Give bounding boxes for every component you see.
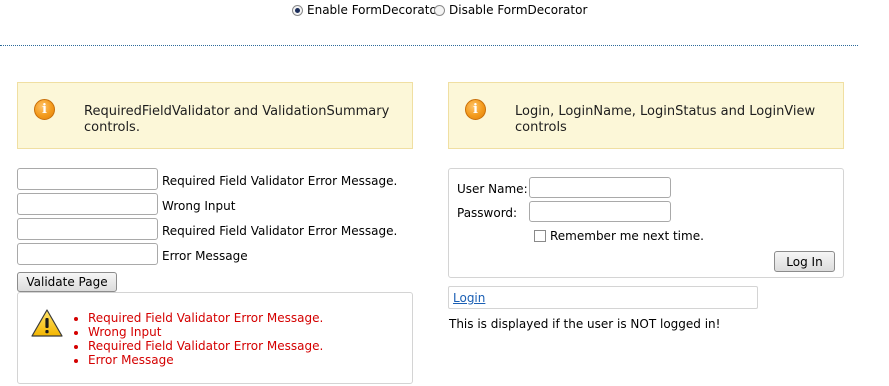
custom-validator-input[interactable] bbox=[17, 243, 158, 265]
decorator-toggle: Enable FormDecorator Disable FormDecorat… bbox=[0, 3, 889, 23]
summary-item: Required Field Validator Error Message. bbox=[88, 339, 323, 353]
remember-me-label[interactable]: Remember me next time. bbox=[550, 229, 704, 243]
info-icon: i bbox=[465, 99, 486, 120]
login-form: User Name: Password: Remember me next ti… bbox=[448, 168, 844, 278]
validator-info-text: RequiredFieldValidator and ValidationSum… bbox=[84, 104, 390, 135]
password-input[interactable] bbox=[529, 201, 671, 222]
login-link[interactable]: Login bbox=[453, 291, 485, 305]
remember-me-checkbox[interactable] bbox=[534, 230, 546, 242]
login-info-panel: i Login, LoginName, LoginStatus and Logi… bbox=[448, 82, 844, 149]
info-icon: i bbox=[34, 99, 55, 120]
validator-info-panel: i RequiredFieldValidator and ValidationS… bbox=[17, 82, 413, 149]
separator-line bbox=[0, 45, 858, 46]
username-input[interactable] bbox=[529, 177, 671, 198]
required-field-input-2[interactable] bbox=[17, 218, 158, 240]
radio-unchecked-icon[interactable] bbox=[434, 4, 445, 16]
validator-message-1: Required Field Validator Error Message. bbox=[162, 174, 398, 188]
username-label: User Name: bbox=[457, 182, 528, 196]
login-status: Login bbox=[448, 286, 758, 309]
password-label: Password: bbox=[457, 206, 518, 220]
summary-item: Required Field Validator Error Message. bbox=[88, 311, 323, 325]
validate-page-button[interactable]: Validate Page bbox=[17, 272, 117, 292]
validation-summary: Required Field Validator Error Message. … bbox=[17, 292, 413, 384]
summary-item: Error Message bbox=[88, 353, 323, 367]
validator-message-4: Error Message bbox=[162, 249, 248, 263]
regex-input[interactable] bbox=[17, 193, 158, 215]
disable-decorator-label[interactable]: Disable FormDecorator bbox=[449, 3, 587, 17]
enable-decorator-radio[interactable]: Enable FormDecorator bbox=[292, 3, 442, 17]
required-field-input-1[interactable] bbox=[17, 168, 158, 190]
radio-checked-icon[interactable] bbox=[292, 4, 303, 16]
summary-item: Wrong Input bbox=[88, 325, 323, 339]
login-info-text: Login, LoginName, LoginStatus and LoginV… bbox=[515, 104, 816, 135]
log-in-button[interactable]: Log In bbox=[774, 251, 835, 272]
validator-message-2: Wrong Input bbox=[162, 199, 236, 213]
disable-decorator-radio[interactable]: Disable FormDecorator bbox=[434, 3, 587, 17]
enable-decorator-label[interactable]: Enable FormDecorator bbox=[307, 3, 442, 17]
summary-list: Required Field Validator Error Message. … bbox=[70, 311, 323, 367]
warning-icon bbox=[31, 309, 63, 337]
validator-message-3: Required Field Validator Error Message. bbox=[162, 224, 398, 238]
login-view-text: This is displayed if the user is NOT log… bbox=[449, 317, 721, 331]
